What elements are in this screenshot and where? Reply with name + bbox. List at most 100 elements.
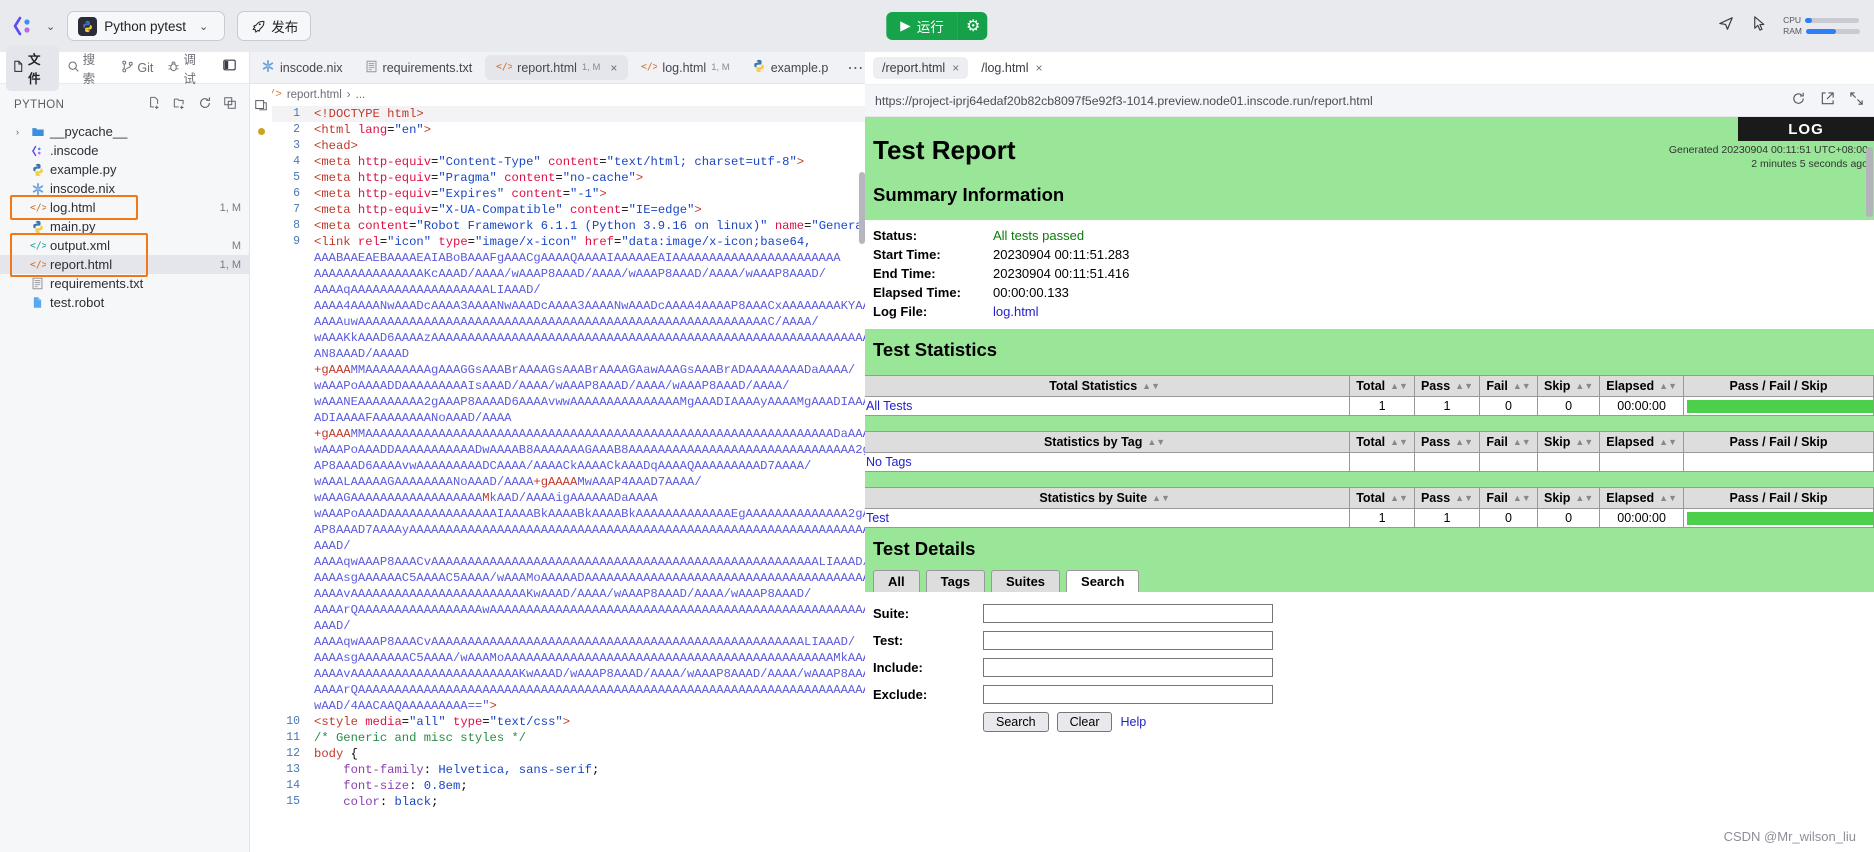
collapse-pane-icon[interactable] bbox=[250, 98, 272, 112]
file-item--inscode[interactable]: .inscode bbox=[0, 141, 249, 160]
preview-tab--report-html[interactable]: /report.html × bbox=[873, 57, 969, 79]
sort-icon[interactable]: ▲▼ bbox=[1147, 437, 1165, 447]
details-tab-all[interactable]: All bbox=[873, 570, 920, 592]
table-header-pass[interactable]: Pass ▲▼ bbox=[1413, 431, 1481, 453]
run-config-selector[interactable]: Python pytest ⌄ bbox=[67, 11, 226, 41]
file-item-log-html[interactable]: </> log.html 1, M bbox=[0, 198, 249, 217]
details-tab-suites[interactable]: Suites bbox=[991, 570, 1061, 592]
editor-tab-log-html[interactable]: </> log.html 1, M bbox=[630, 52, 740, 83]
table-header-skip[interactable]: Skip ▲▼ bbox=[1536, 431, 1601, 453]
search-input-include[interactable] bbox=[983, 658, 1273, 677]
app-logo[interactable]: ⌄ bbox=[12, 13, 61, 39]
preview-tab--log-html[interactable]: /log.html × bbox=[972, 57, 1051, 79]
sort-icon[interactable]: ▲▼ bbox=[1575, 437, 1593, 447]
sort-icon[interactable]: ▲▼ bbox=[1142, 381, 1160, 391]
line-number: 10 bbox=[286, 715, 300, 728]
sort-icon[interactable]: ▲▼ bbox=[1455, 437, 1473, 447]
sort-icon[interactable]: ▲▼ bbox=[1575, 381, 1593, 391]
sidebar-tab-file[interactable]: 文件 bbox=[6, 44, 59, 91]
search-input-suite[interactable] bbox=[983, 604, 1273, 623]
clear-button[interactable]: Clear bbox=[1056, 712, 1113, 732]
sort-icon[interactable]: ▲▼ bbox=[1513, 493, 1531, 503]
sort-icon[interactable]: ▲▼ bbox=[1513, 381, 1531, 391]
close-icon[interactable]: × bbox=[1035, 61, 1042, 75]
editor-tab-report-html[interactable]: </> report.html 1, M × bbox=[485, 55, 629, 80]
logo-chevron-down-icon[interactable]: ⌄ bbox=[40, 20, 61, 33]
sort-icon[interactable]: ▲▼ bbox=[1659, 493, 1677, 503]
sidebar-tab-debug[interactable]: 调试 bbox=[161, 45, 214, 91]
chevron-right-icon[interactable]: › bbox=[16, 127, 28, 137]
publish-button[interactable]: 发布 bbox=[237, 11, 312, 41]
sort-icon[interactable]: ▲▼ bbox=[1455, 493, 1473, 503]
file-item-report-html[interactable]: </> report.html 1, M bbox=[0, 255, 249, 274]
editor-tab-example-p[interactable]: example.p bbox=[741, 52, 840, 83]
report-scrollbar[interactable] bbox=[1866, 147, 1873, 217]
file-item-main-py[interactable]: main.py bbox=[0, 217, 249, 236]
file-item-requirements-txt[interactable]: requirements.txt bbox=[0, 274, 249, 293]
table-header-pass[interactable]: Pass ▲▼ bbox=[1413, 487, 1481, 509]
sort-icon[interactable]: ▲▼ bbox=[1390, 493, 1408, 503]
row-name[interactable]: All Tests bbox=[865, 396, 1351, 416]
table-header-elapsed[interactable]: Elapsed ▲▼ bbox=[1599, 487, 1684, 509]
sort-icon[interactable]: ▲▼ bbox=[1513, 437, 1531, 447]
editor-tab-inscode-nix[interactable]: inscode.nix bbox=[250, 52, 354, 83]
open-external-icon[interactable] bbox=[1820, 91, 1835, 111]
table-header-elapsed[interactable]: Elapsed ▲▼ bbox=[1599, 375, 1684, 397]
sort-icon[interactable]: ▲▼ bbox=[1152, 493, 1170, 503]
search-input-test[interactable] bbox=[983, 631, 1273, 650]
file-item---pycache--[interactable]: › __pycache__ bbox=[0, 122, 249, 141]
sort-icon[interactable]: ▲▼ bbox=[1575, 493, 1593, 503]
collapse-all-icon[interactable] bbox=[223, 96, 237, 115]
log-file-link[interactable]: log.html bbox=[993, 304, 1039, 319]
new-folder-icon[interactable] bbox=[173, 96, 187, 115]
details-tab-search[interactable]: Search bbox=[1066, 570, 1140, 592]
close-icon[interactable]: × bbox=[952, 61, 959, 75]
table-header-elapsed[interactable]: Elapsed ▲▼ bbox=[1599, 431, 1684, 453]
editor-tab-requirements-txt[interactable]: requirements.txt bbox=[354, 52, 484, 83]
preview-url[interactable]: https://project-iprj64edaf20b82cb8097f5e… bbox=[875, 94, 1791, 108]
table-header-fail[interactable]: Fail ▲▼ bbox=[1479, 487, 1538, 509]
file-item-output-xml[interactable]: </> output.xml M bbox=[0, 236, 249, 255]
breadcrumb-file[interactable]: report.html bbox=[287, 89, 342, 101]
table-header-skip[interactable]: Skip ▲▼ bbox=[1536, 375, 1601, 397]
search-button[interactable]: Search bbox=[983, 712, 1049, 732]
sort-icon[interactable]: ▲▼ bbox=[1390, 381, 1408, 391]
table-header-name[interactable]: Statistics by Tag ▲▼ bbox=[865, 431, 1351, 453]
sort-icon[interactable]: ▲▼ bbox=[1659, 437, 1677, 447]
code-content[interactable]: 1 <!DOCTYPE html> 2 <html lang="en"> 3 <head>… bbox=[272, 106, 865, 852]
sort-icon[interactable]: ▲▼ bbox=[1659, 381, 1677, 391]
table-header-total[interactable]: Total ▲▼ bbox=[1349, 375, 1415, 397]
help-link[interactable]: Help bbox=[1120, 715, 1146, 729]
table-header-name[interactable]: Statistics by Suite ▲▼ bbox=[865, 487, 1351, 509]
run-settings-button[interactable]: ⚙ bbox=[957, 12, 988, 40]
table-header-fail[interactable]: Fail ▲▼ bbox=[1479, 431, 1538, 453]
run-button[interactable]: ▶ 运行 bbox=[886, 12, 958, 40]
sort-icon[interactable]: ▲▼ bbox=[1455, 381, 1473, 391]
reload-icon[interactable] bbox=[1791, 91, 1806, 111]
row-name[interactable]: Test bbox=[865, 508, 1351, 528]
toggle-sidebar-icon[interactable] bbox=[216, 55, 243, 80]
row-name[interactable]: No Tags bbox=[865, 452, 1351, 472]
sidebar-tab-search[interactable]: 搜索 bbox=[61, 45, 114, 91]
file-item-test-robot[interactable]: test.robot bbox=[0, 293, 249, 312]
details-tab-tags[interactable]: Tags bbox=[925, 570, 986, 592]
table-header-total[interactable]: Total ▲▼ bbox=[1349, 431, 1415, 453]
sort-icon[interactable]: ▲▼ bbox=[1390, 437, 1408, 447]
sidebar-tab-git[interactable]: Git bbox=[115, 56, 159, 80]
file-item-example-py[interactable]: example.py bbox=[0, 160, 249, 179]
breadcrumb-tail[interactable]: ... bbox=[356, 89, 366, 101]
expand-icon[interactable] bbox=[1849, 91, 1864, 111]
table-header-fail[interactable]: Fail ▲▼ bbox=[1479, 375, 1538, 397]
table-header-name[interactable]: Total Statistics ▲▼ bbox=[865, 375, 1351, 397]
file-item-inscode-nix[interactable]: inscode.nix bbox=[0, 179, 249, 198]
table-header-skip[interactable]: Skip ▲▼ bbox=[1536, 487, 1601, 509]
table-header-pass[interactable]: Pass ▲▼ bbox=[1413, 375, 1481, 397]
pointer-icon[interactable] bbox=[1750, 14, 1769, 38]
close-icon[interactable]: × bbox=[610, 61, 617, 75]
refresh-icon[interactable] bbox=[198, 96, 212, 115]
log-badge[interactable]: LOG bbox=[1738, 117, 1874, 141]
share-icon[interactable] bbox=[1717, 14, 1736, 38]
search-input-exclude[interactable] bbox=[983, 685, 1273, 704]
table-header-total[interactable]: Total ▲▼ bbox=[1349, 487, 1415, 509]
new-file-icon[interactable] bbox=[148, 96, 162, 115]
